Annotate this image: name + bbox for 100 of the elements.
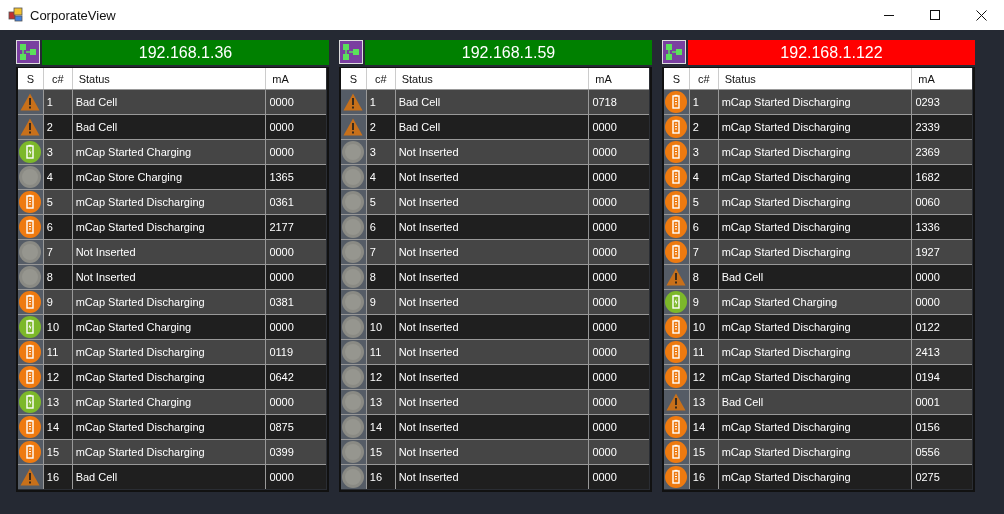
cell-number: 1 [43, 89, 73, 114]
cell-number: 9 [366, 289, 396, 314]
cell-number: 12 [366, 364, 396, 389]
cell-number: 9 [43, 289, 73, 314]
status-cell: Not Inserted [395, 189, 590, 214]
status-cell: Not Inserted [395, 264, 590, 289]
network-icon[interactable] [16, 40, 40, 64]
status-cell: Not Inserted [395, 314, 590, 339]
status-cell: mCap Started Discharging [718, 439, 913, 464]
status-cell: Not Inserted [395, 164, 590, 189]
status-cell: Not Inserted [395, 414, 590, 439]
current-cell: 0000 [589, 139, 649, 164]
network-icon[interactable] [662, 40, 686, 64]
status-cell: mCap Started Discharging [72, 189, 267, 214]
column-header[interactable]: c# [43, 68, 73, 89]
status-cell: mCap Started Discharging [718, 414, 913, 439]
current-cell: 0556 [912, 439, 972, 464]
cell-number: 2 [689, 114, 719, 139]
column-header[interactable]: Status [395, 68, 590, 89]
address-banner: 192.168.1.36 [42, 40, 329, 65]
status-cell: mCap Started Discharging [718, 364, 913, 389]
current-cell: 0000 [589, 414, 649, 439]
current-cell: 0642 [266, 364, 326, 389]
status-cell: Bad Cell [395, 114, 590, 139]
status-cell: mCap Started Charging [718, 289, 913, 314]
cell-number: 14 [689, 414, 719, 439]
cell-number: 6 [366, 214, 396, 239]
current-cell: 0000 [912, 264, 972, 289]
app-icon [8, 7, 24, 23]
column-header[interactable]: mA [912, 68, 972, 89]
current-cell: 0060 [912, 189, 972, 214]
cell-number: 11 [366, 339, 396, 364]
status-cell: mCap Started Discharging [718, 114, 913, 139]
cell-number: 13 [43, 389, 73, 414]
cell-number: 1 [689, 89, 719, 114]
network-icon[interactable] [339, 40, 363, 64]
current-cell: 2339 [912, 114, 972, 139]
status-cell: mCap Started Charging [72, 314, 267, 339]
window-title: CorporateView [30, 7, 116, 23]
cell-number: 3 [689, 139, 719, 164]
status-cell: Not Inserted [395, 364, 590, 389]
cell-number: 5 [689, 189, 719, 214]
current-cell: 0000 [266, 114, 326, 139]
status-cell: mCap Started Discharging [72, 214, 267, 239]
current-cell: 0000 [589, 264, 649, 289]
status-cell: mCap Started Charging [72, 389, 267, 414]
current-cell: 0875 [266, 414, 326, 439]
status-cell: mCap Started Discharging [72, 364, 267, 389]
status-cell: mCap Started Discharging [72, 439, 267, 464]
current-cell: 0000 [266, 264, 326, 289]
address-banner: 192.168.1.59 [365, 40, 652, 65]
column-header[interactable]: mA [266, 68, 326, 89]
cell-number: 3 [366, 139, 396, 164]
current-cell: 0000 [589, 214, 649, 239]
current-cell: 0156 [912, 414, 972, 439]
current-cell: 0000 [589, 164, 649, 189]
current-cell: 1365 [266, 164, 326, 189]
current-cell: 0000 [589, 439, 649, 464]
status-cell: mCap Started Discharging [72, 414, 267, 439]
column-header[interactable]: c# [689, 68, 719, 89]
column-header[interactable]: mA [589, 68, 649, 89]
column-header[interactable]: c# [366, 68, 396, 89]
current-cell: 0000 [266, 89, 326, 114]
current-cell: 0000 [266, 314, 326, 339]
current-cell: 0194 [912, 364, 972, 389]
cell-number: 5 [43, 189, 73, 214]
status-cell: Not Inserted [395, 214, 590, 239]
column-header[interactable]: Status [718, 68, 913, 89]
current-cell: 0399 [266, 439, 326, 464]
status-cell: mCap Started Discharging [718, 139, 913, 164]
cell-number: 13 [689, 389, 719, 414]
current-cell: 0000 [266, 139, 326, 164]
cell-number: 12 [43, 364, 73, 389]
cell-number: 10 [366, 314, 396, 339]
cell-number: 7 [689, 239, 719, 264]
current-cell: 0000 [589, 464, 649, 489]
status-cell: mCap Started Discharging [718, 339, 913, 364]
cell-number: 7 [43, 239, 73, 264]
cell-number: 4 [43, 164, 73, 189]
maximize-icon [930, 10, 940, 20]
cell-number: 16 [43, 464, 73, 489]
status-cell: Not Inserted [395, 339, 590, 364]
current-cell: 0000 [589, 389, 649, 414]
status-cell: Not Inserted [395, 464, 590, 489]
status-cell: mCap Started Discharging [718, 464, 913, 489]
cell-number: 5 [366, 189, 396, 214]
status-cell: Not Inserted [395, 389, 590, 414]
current-cell: 0361 [266, 189, 326, 214]
cell-number: 16 [366, 464, 396, 489]
address-banner: 192.168.1.122 [688, 40, 975, 65]
column-header[interactable]: Status [72, 68, 267, 89]
cell-number: 4 [689, 164, 719, 189]
status-cell: mCap Started Discharging [72, 289, 267, 314]
current-cell: 0000 [589, 289, 649, 314]
status-cell: Not Inserted [72, 264, 267, 289]
status-cell: mCap Started Discharging [718, 314, 913, 339]
cell-number: 14 [366, 414, 396, 439]
current-cell: 0122 [912, 314, 972, 339]
current-cell: 0000 [266, 464, 326, 489]
current-cell: 0000 [589, 364, 649, 389]
